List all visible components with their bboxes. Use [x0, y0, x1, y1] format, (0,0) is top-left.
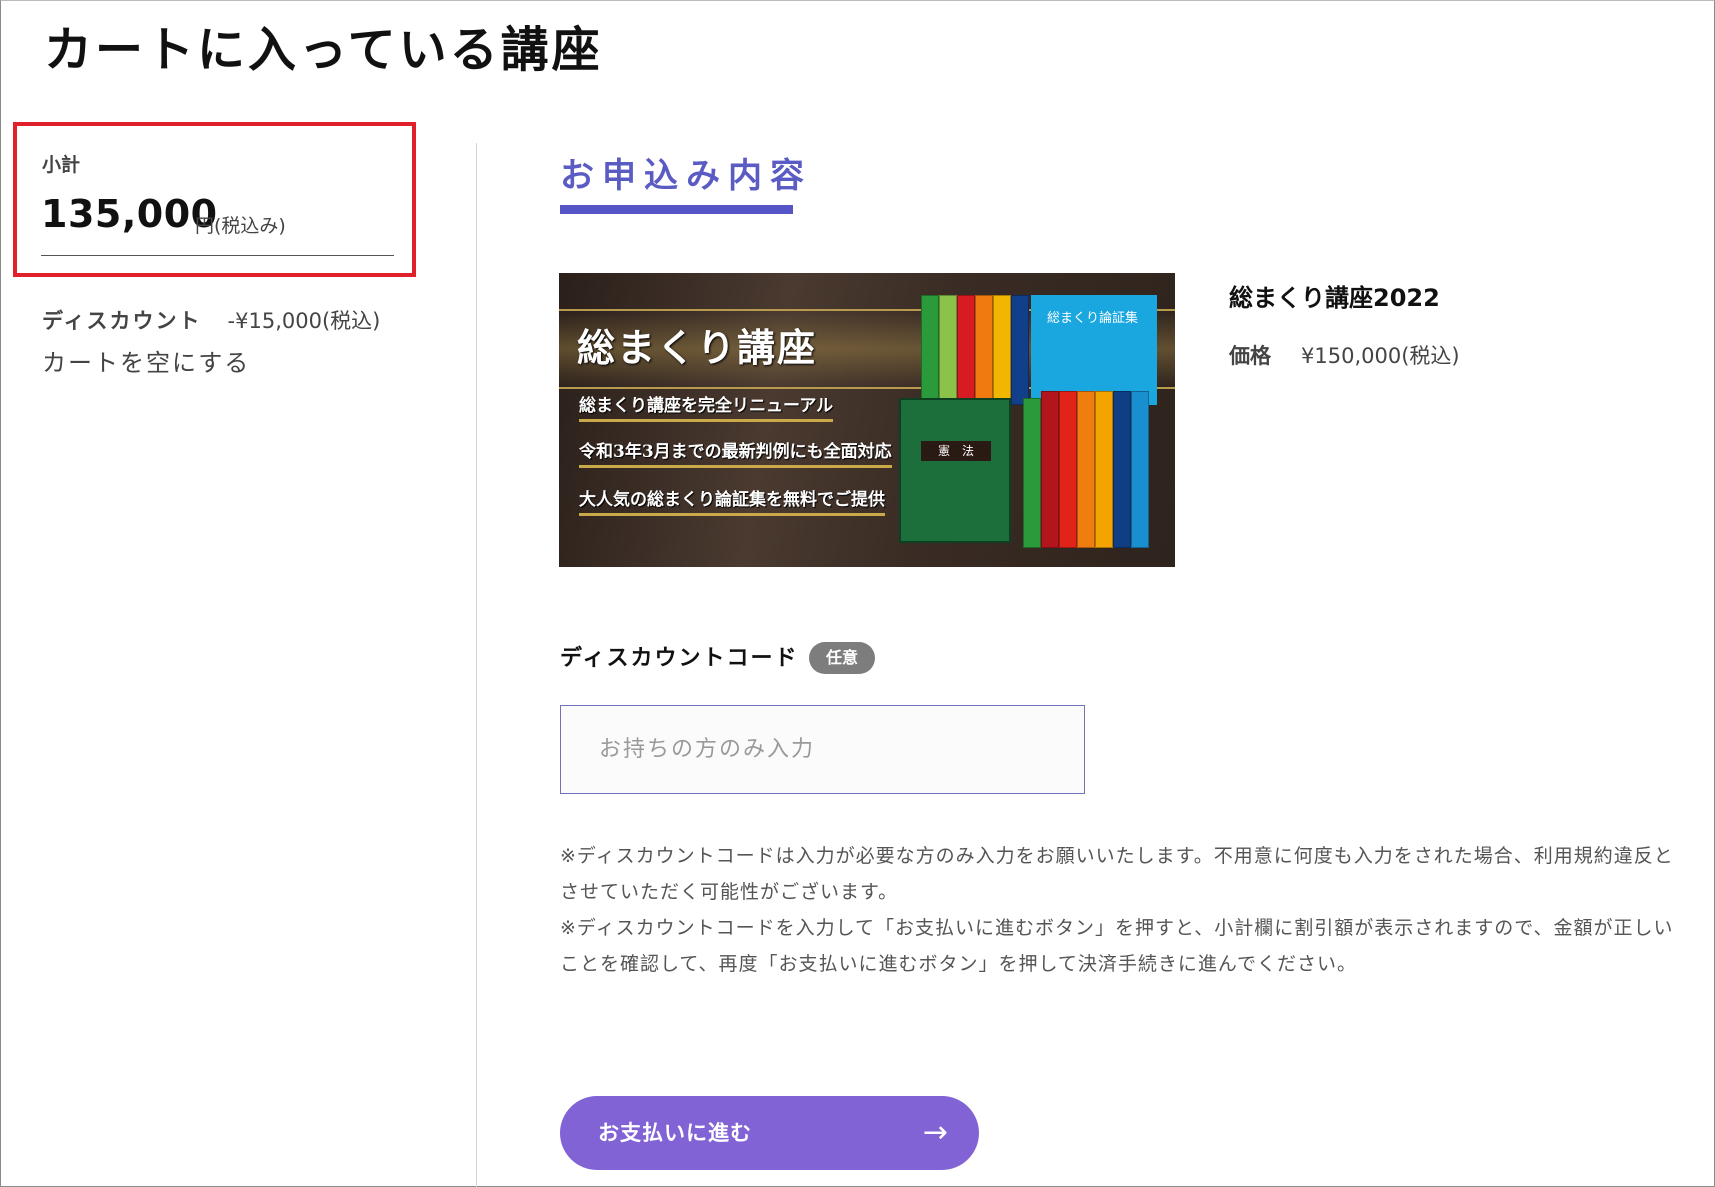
subtotal-unit: 円(税込み): [195, 215, 286, 237]
book-spine: [939, 295, 957, 405]
book-spine: [1131, 391, 1149, 548]
price-label: 価格: [1229, 344, 1271, 368]
book-spine: [1011, 295, 1029, 405]
optional-badge: 任意: [809, 642, 875, 674]
banner-line-3: 大人気の総まくり論証集を無料でご提供: [579, 485, 885, 516]
column-divider: [476, 143, 477, 1187]
proceed-to-payment-button[interactable]: お支払いに進む →: [560, 1096, 979, 1170]
page-title: カートに入っている講座: [44, 22, 603, 78]
book-cover-title: 総まくり論証集: [1047, 311, 1139, 326]
discount-code-input[interactable]: [560, 705, 1085, 794]
book-spine: [1023, 398, 1041, 548]
price-value: ¥150,000(税込): [1301, 344, 1460, 368]
product-name: 総まくり講座2022: [1229, 284, 1440, 312]
section-title: お申込み内容: [560, 156, 812, 196]
product-banner-image: 総まくり講座 総まくり講座を完全リニューアル 令和3年3月までの最新判例にも全面…: [559, 273, 1175, 567]
banner-line-1: 総まくり講座を完全リニューアル: [579, 391, 834, 422]
book-spine: [975, 295, 993, 405]
empty-cart-link[interactable]: カートを空にする: [42, 343, 250, 378]
discount-value: -¥15,000(税込): [227, 309, 381, 333]
proceed-to-payment-label: お支払いに進む: [598, 1121, 752, 1145]
book-spine: [1041, 391, 1059, 548]
price-row: 価格 ¥150,000(税込): [1229, 340, 1460, 370]
book-spine: [993, 295, 1011, 405]
banner-line-2: 令和3年3月までの最新判例にも全面対応: [579, 437, 892, 468]
book-spine: [1077, 391, 1095, 548]
book-spine: [1059, 391, 1077, 548]
arrow-right-icon: →: [922, 1115, 949, 1150]
book-cover-kenpo-label: 憲 法: [921, 441, 991, 461]
book-cover-kenpo: [899, 398, 1011, 543]
book-spine: [957, 295, 975, 405]
subtotal-divider: [41, 255, 394, 256]
book-spine: [1113, 391, 1131, 548]
subtotal-label: 小計: [42, 154, 81, 176]
discount-label: ディスカウント: [42, 309, 202, 333]
discount-row: ディスカウント -¥15,000(税込): [42, 305, 380, 335]
banner-title: 総まくり講座: [577, 325, 818, 370]
book-spine: [921, 295, 939, 405]
book-spine: [1095, 391, 1113, 548]
subtotal-amount: 135,000: [41, 192, 218, 236]
section-title-underline: [560, 205, 793, 214]
discount-code-note-1: ※ディスカウントコードは入力が必要な方のみ入力をお願いいたします。不用意に何度も…: [560, 845, 1674, 903]
discount-code-note-2: ※ディスカウントコードを入力して「お支払いに進むボタン」を押すと、小計欄に割引額…: [560, 917, 1674, 975]
discount-code-label: ディスカウントコード: [560, 646, 799, 671]
